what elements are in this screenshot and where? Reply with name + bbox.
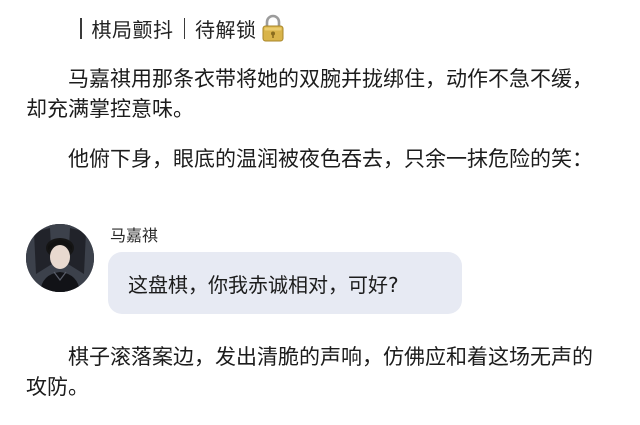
message-bubble: 这盘棋，你我赤诚相对，可好? (108, 252, 462, 314)
story-paragraph: 他俯下身，眼底的温润被夜色吞去，只余一抹危险的笑： (68, 147, 593, 171)
chat-message: 马嘉祺 这盘棋，你我赤诚相对，可好? (26, 220, 626, 320)
sender-name: 马嘉祺 (110, 226, 159, 245)
avatar-icon (26, 224, 94, 292)
story-paragraph: 马嘉祺用那条衣带将她的双腕并拢绑住，动作不急不缓，却充满掌控意味。 (26, 67, 593, 121)
story-paragraph: 棋子滚落案边，发出清脆的声响，仿佛应和着这场无声的攻防。 (26, 345, 593, 399)
message-text: 这盘棋，你我赤诚相对，可好? (128, 272, 399, 297)
header-divider (183, 17, 185, 39)
chapter-header: 棋局颤抖 待解锁 (80, 12, 285, 44)
padlock-icon (261, 14, 285, 42)
header-title-part2: 待解锁 (195, 17, 257, 42)
avatar[interactable] (26, 224, 94, 292)
header-divider (80, 17, 82, 39)
header-title-part1: 棋局颤抖 (91, 17, 174, 42)
